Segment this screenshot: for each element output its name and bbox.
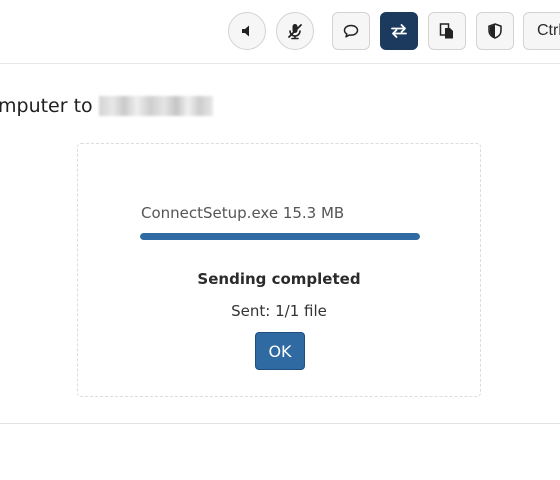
chat-button[interactable] [332, 12, 370, 50]
redacted-computer-name [98, 96, 213, 116]
security-button[interactable] [476, 12, 514, 50]
transfer-arrows-icon [389, 21, 409, 41]
transfer-progress-fill [140, 233, 420, 240]
ctrl-key-button[interactable]: Ctrl [523, 12, 560, 50]
clipboard-icon [437, 21, 457, 41]
chat-bubble-icon [341, 21, 361, 41]
page-heading: mputer to [0, 95, 213, 117]
ctrl-key-label: Ctrl [537, 22, 560, 39]
shield-icon [485, 21, 505, 41]
transfer-progress-bar [140, 233, 420, 240]
ok-button[interactable]: OK [255, 332, 305, 370]
microphone-muted-icon [285, 21, 305, 41]
speaker-icon [237, 21, 257, 41]
toolbar: Ctrl [0, 0, 560, 64]
speaker-button[interactable] [228, 12, 266, 50]
file-name-size: ConnectSetup.exe 15.3 MB [141, 204, 345, 222]
clipboard-button[interactable] [428, 12, 466, 50]
status-detail: Sent: 1/1 file [231, 302, 327, 320]
heading-text: mputer to [0, 95, 93, 117]
status-title: Sending completed [197, 270, 361, 288]
microphone-button[interactable] [276, 12, 314, 50]
file-transfer-panel: ConnectSetup.exe 15.3 MB Sending complet… [77, 143, 481, 397]
footer-divider [0, 423, 560, 424]
file-transfer-button[interactable] [380, 12, 418, 50]
